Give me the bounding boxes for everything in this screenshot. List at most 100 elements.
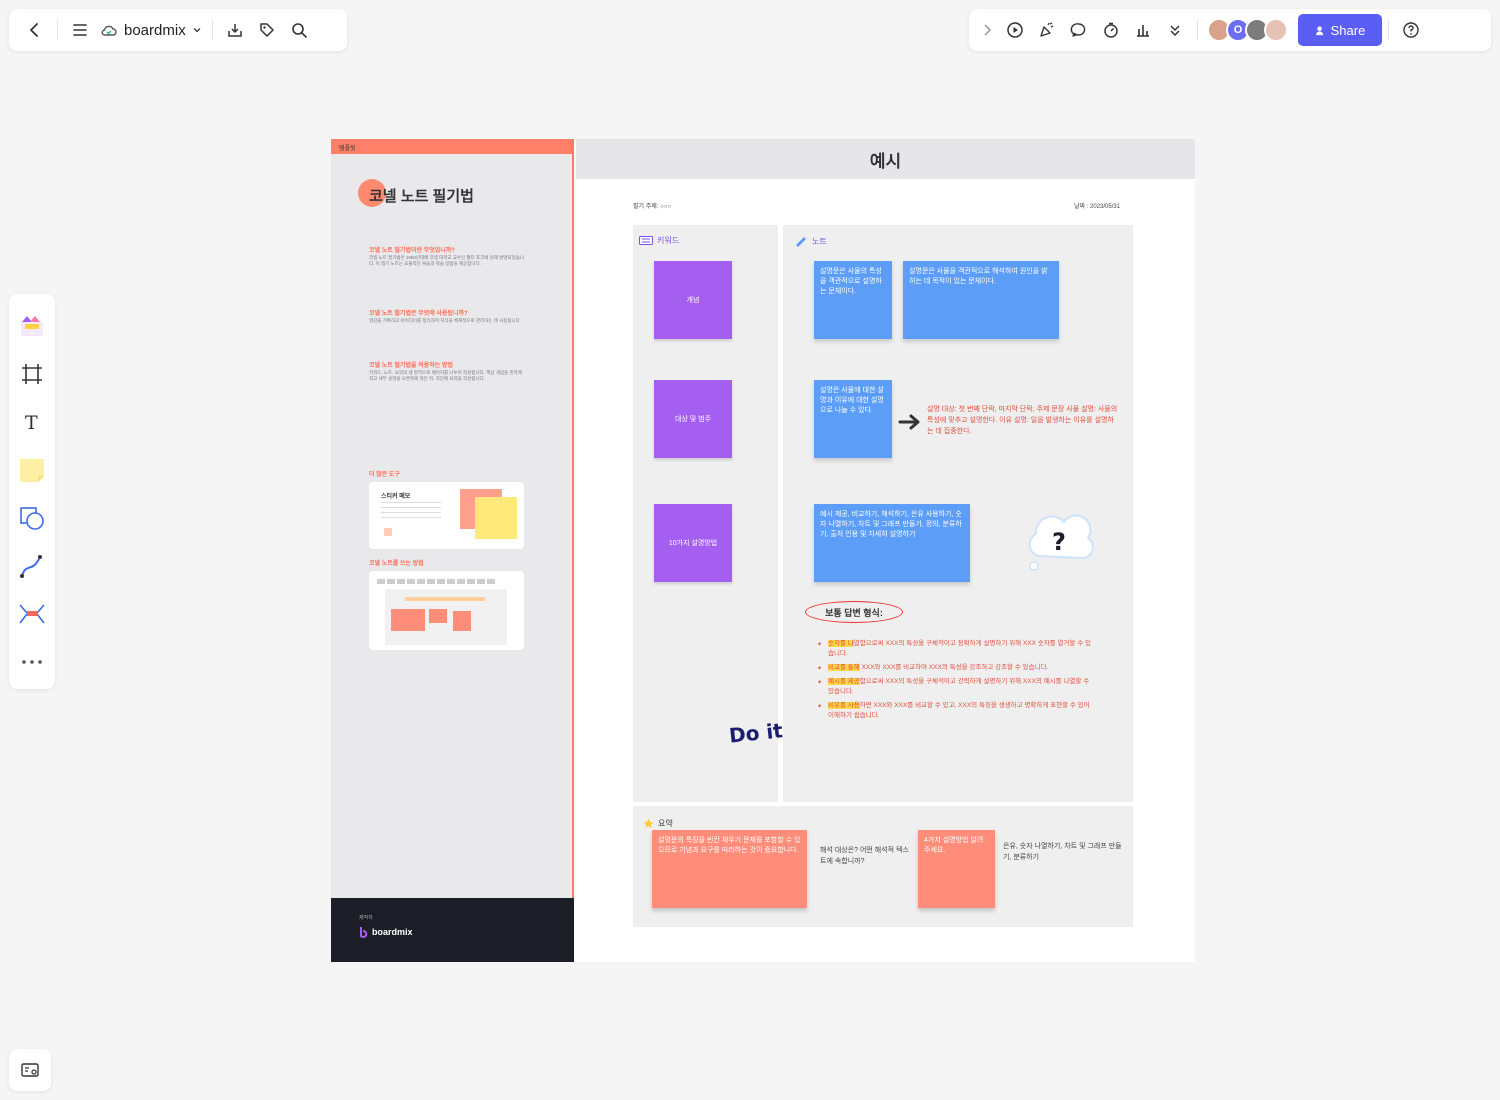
note-sticky[interactable]: 설명문은 사물의 특성을 객관적으로 설명하는 문체이다.	[814, 261, 892, 339]
mindmap-icon[interactable]	[14, 590, 50, 638]
help-icon[interactable]	[1395, 14, 1427, 46]
timer-icon[interactable]	[1095, 14, 1127, 46]
panel-heading: 코넬 노트 필기법은 무엇에 사용됩니까?	[369, 311, 468, 317]
top-left-toolbar: boardmix	[9, 9, 347, 51]
summary-label: 요약	[658, 819, 673, 828]
more-chevrons-icon[interactable]	[1159, 14, 1191, 46]
share-button[interactable]: Share	[1298, 14, 1382, 46]
summary-sticky[interactable]: 4가지 설명방법 알려주세요.	[918, 830, 995, 908]
highlight: 숫자를 나	[828, 640, 854, 647]
back-icon[interactable]	[19, 14, 51, 46]
example-header: 예시	[576, 139, 1195, 179]
answer-format-title[interactable]: 보통 답변 형식:	[805, 601, 903, 623]
vote-icon[interactable]	[1127, 14, 1159, 46]
sticky-note-icon[interactable]	[14, 446, 50, 494]
note-sticky[interactable]: 예시 제공, 비교하기, 해석하기, 은유 사용하기, 숫자 나열하기, 차트 …	[814, 504, 970, 582]
panel-heading: 코넬 노트 필기법이란 무엇입니까?	[369, 248, 455, 254]
card-text-lines	[381, 502, 441, 522]
template-board[interactable]: 템플릿 코넬 노트 필기법 코넬 노트 필기법이란 무엇입니까? 코넬 노트 필…	[331, 139, 1195, 962]
pen-icon	[796, 237, 806, 247]
notes-section-label: 노트	[794, 235, 827, 247]
tag-icon[interactable]	[251, 14, 283, 46]
summary-sticky[interactable]: 설명문의 특징을 빈칸 채우기 문제를 포함할 수 있으므로 기념과 요구를 따…	[652, 830, 807, 908]
download-icon[interactable]	[219, 14, 251, 46]
sticky-note-tool-card[interactable]: 스티커 메모	[369, 482, 524, 549]
panel-paragraph: 영감을 기록하고 아이디어를 정리하며 지식을 체계적으로 관리하는 데 사용됩…	[369, 318, 522, 323]
top-right-toolbar: O Share	[969, 9, 1491, 51]
avatar[interactable]	[1264, 18, 1288, 42]
card-badge	[384, 528, 392, 536]
boardmix-logo-icon	[360, 927, 368, 938]
creation-toolbar: T	[9, 294, 55, 689]
summary-answer[interactable]: 은유, 숫자 나열하기, 차트 및 그래프 만들기, 분류하기	[1003, 841, 1125, 863]
card-title: 스티커 메모	[381, 494, 411, 500]
keyboard-icon	[639, 236, 653, 245]
panel-paragraph: 코넬 노트 필기법은 1950년대에 코넬 대학교 교수인 월터 포크에 의해 …	[369, 255, 524, 266]
divider	[211, 20, 213, 40]
note-sticky[interactable]: 설명은 사물에 대한 설명과 이유에 대한 설명으로 나눌 수 있다.	[814, 380, 892, 458]
collaborator-avatars[interactable]: O	[1207, 18, 1288, 42]
more-tools-icon[interactable]	[14, 638, 50, 686]
svg-text:T: T	[25, 412, 38, 433]
celebrate-icon[interactable]	[1031, 14, 1063, 46]
star-icon	[643, 818, 654, 828]
summary-section-label: 요약	[643, 818, 673, 829]
connector-pen-icon[interactable]	[14, 542, 50, 590]
keyword-section-label: 키워드	[639, 235, 679, 246]
keyword-label: 키워드	[657, 236, 680, 245]
panel-footer: 제작자 boardmix	[331, 898, 574, 962]
footer-logo-text: boardmix	[372, 927, 413, 937]
play-icon[interactable]	[999, 14, 1031, 46]
highlight: 예시를 제공	[828, 678, 860, 685]
list-item-text: XXX와 XXX를 비교하여 XXX의 특성을 강조하고 강조할 수 있습니다.	[859, 664, 1049, 671]
question-cloud-icon: ?	[1028, 514, 1094, 571]
footer-label: 제작자	[359, 915, 373, 921]
list-item[interactable]: 숫자를 나열함으로써 XXX의 특성을 구체적이고 정확하게 설명하기 위해 X…	[816, 639, 1096, 659]
add-user-icon	[1315, 25, 1323, 35]
sticky-preview	[475, 497, 517, 539]
note-sticky[interactable]: 설명문은 사물을 객관적으로 해석하여 원인을 밝히는 데 목적이 있는 문체이…	[903, 261, 1059, 339]
collapse-chevron-icon[interactable]	[975, 14, 999, 46]
note-topic: 필기 주제: ○○○	[633, 204, 671, 210]
minimap-toggle-icon[interactable]	[9, 1049, 51, 1091]
board-name-dropdown[interactable]: boardmix	[96, 21, 206, 39]
text-tool-icon[interactable]: T	[14, 398, 50, 446]
arrow-right-icon	[898, 414, 920, 430]
note-date: 날짜 : 2023/05/31	[1074, 204, 1121, 210]
list-item-text: 하면 XXX와 XXX를 비교할 수 있고, XXX의 특징을 생생하고 명확하…	[828, 702, 1090, 719]
thumbnail	[385, 589, 507, 645]
explanation-text[interactable]: 설명 대상: 첫 번째 단락, 마지막 단락, 주제 문장 사물 설명: 사물의…	[927, 404, 1119, 437]
summary-question[interactable]: 해석 대상은? 어떤 해석적 텍스트에 속합니까?	[820, 845, 910, 867]
keyword-sticky[interactable]: 10가지 설명방법	[654, 504, 732, 582]
panel-paragraph: 키워드, 노트, 요약의 세 영역으로 페이지를 나누어 작성합니다. 핵심 개…	[369, 370, 522, 381]
divider	[57, 20, 58, 40]
templates-icon[interactable]	[14, 302, 50, 350]
method-preview-card[interactable]	[369, 571, 524, 650]
cloud-sync-icon	[101, 25, 117, 36]
frame-icon[interactable]	[14, 350, 50, 398]
list-item-text: 함으로써 XXX의 특성을 구체적이고 강력하게 설명하기 위해 XXX의 예시…	[828, 678, 1090, 695]
shapes-icon[interactable]	[14, 494, 50, 542]
list-item-text: 열함으로써 XXX의 특성을 구체적이고 정확하게 설명하기 위해 XXX 숫자…	[828, 640, 1091, 657]
highlight: 비유를 사용	[828, 702, 860, 709]
search-icon[interactable]	[283, 14, 315, 46]
panel-heading: 더 많은 도구	[369, 472, 400, 478]
panel-top-strip: 템플릿	[331, 139, 572, 154]
panel-heading: 코넬 노트 필기법을 적용하는 방법	[369, 363, 453, 369]
panel-heading: 코넬 노트를 쓰는 방법	[369, 561, 424, 567]
divider	[1388, 20, 1389, 40]
list-item[interactable]: 비교를 통해 XXX와 XXX를 비교하여 XXX의 특성을 강조하고 강조할 …	[816, 663, 1096, 673]
menu-icon[interactable]	[64, 14, 96, 46]
keyword-sticky[interactable]: 개념	[654, 261, 732, 339]
list-item[interactable]: 예시를 제공함으로써 XXX의 특성을 구체적이고 강력하게 설명하기 위해 X…	[816, 677, 1096, 697]
panel-title: 코넬 노트 필기법	[369, 188, 474, 205]
footer-logo: boardmix	[359, 926, 413, 938]
highlight: 비교를 통해	[828, 664, 860, 671]
notes-label: 노트	[812, 236, 827, 246]
board-name: boardmix	[124, 21, 186, 39]
keyword-sticky[interactable]: 대상 및 범주	[654, 380, 732, 458]
chevron-down-icon	[193, 28, 201, 33]
answer-format-list: 숫자를 나열함으로써 XXX의 특성을 구체적이고 정확하게 설명하기 위해 X…	[816, 639, 1096, 725]
list-item[interactable]: 비유를 사용하면 XXX와 XXX를 비교할 수 있고, XXX의 특징을 생생…	[816, 701, 1096, 721]
comment-icon[interactable]	[1063, 14, 1095, 46]
